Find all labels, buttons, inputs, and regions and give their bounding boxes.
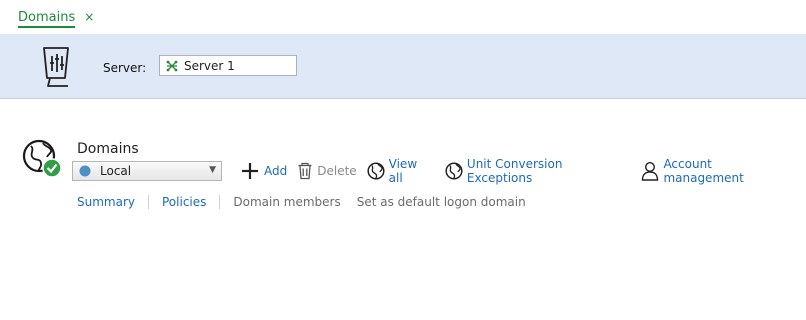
add-button[interactable]: Add [240, 161, 287, 181]
server-select[interactable]: Server 1 [159, 55, 297, 76]
account-management-label: Account management [663, 157, 744, 185]
unit-conversion-exceptions-button[interactable]: Unit Conversion Exceptions [445, 157, 632, 185]
domain-select-value: Local [100, 164, 132, 178]
domain-members-link[interactable]: Domain members [233, 195, 340, 209]
domains-toolbar: Add Delete View all Unit Conversion Exce… [240, 157, 806, 185]
chevron-down-icon: ▼ [209, 165, 216, 175]
domain-select[interactable]: Local ▼ [72, 161, 222, 181]
globe-icon [367, 162, 385, 180]
server-label: Server: [103, 61, 147, 75]
unit-conversion-exceptions-label: Unit Conversion Exceptions [466, 157, 563, 185]
server-select-value: Server 1 [184, 58, 235, 73]
delete-button[interactable]: Delete [297, 162, 357, 180]
delete-label: Delete [317, 164, 357, 178]
active-tab-indicator [18, 26, 75, 28]
view-all-label: View all [388, 157, 418, 185]
domains-title: Domains [77, 141, 139, 157]
tab-domains[interactable]: Domains × [18, 6, 94, 28]
divider [219, 195, 221, 209]
summary-link[interactable]: Summary [77, 195, 135, 209]
plus-icon [242, 163, 258, 179]
divider [148, 195, 149, 209]
policies-link[interactable]: Policies [162, 195, 206, 209]
domain-subnav: Summary Policies Domain members Set as d… [77, 194, 526, 210]
server-config-icon [43, 47, 69, 87]
add-label: Add [264, 164, 288, 178]
server-header: Server: Server 1 [0, 34, 806, 99]
trash-icon [298, 162, 312, 180]
tab-label[interactable]: Domains [18, 10, 75, 25]
account-management-button[interactable]: Account management [641, 157, 796, 185]
domain-globe-icon [22, 139, 62, 178]
tab-bar: Domains × [0, 0, 806, 33]
network-icon [166, 60, 178, 71]
close-icon[interactable]: × [84, 10, 94, 24]
set-default-logon-domain-link[interactable]: Set as default logon domain [357, 195, 526, 209]
local-globe-icon [79, 165, 91, 177]
globe-icon [445, 162, 463, 180]
user-icon [642, 162, 659, 181]
view-all-button[interactable]: View all [367, 157, 435, 185]
